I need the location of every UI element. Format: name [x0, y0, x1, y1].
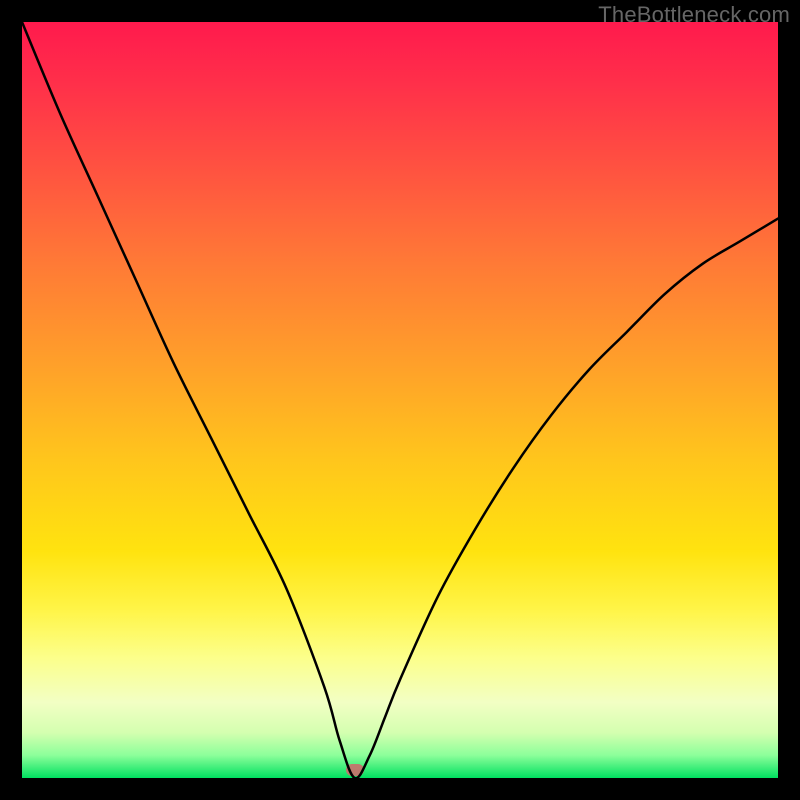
plot-area [22, 22, 778, 778]
watermark-text: TheBottleneck.com [598, 2, 790, 28]
chart-frame: TheBottleneck.com [0, 0, 800, 800]
bottleneck-curve [22, 22, 778, 778]
